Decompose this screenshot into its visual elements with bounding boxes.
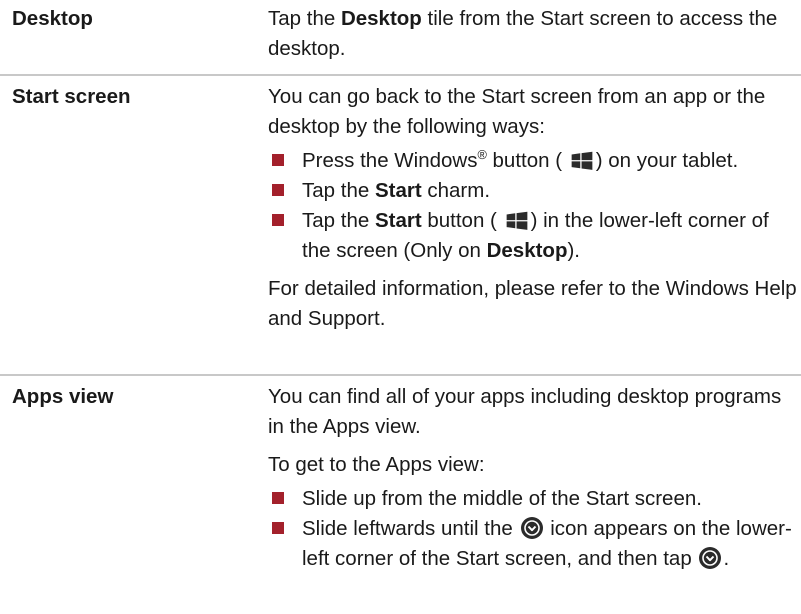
text: Press the Windows — [302, 149, 478, 172]
bullet-square-icon — [272, 492, 284, 504]
text: Slide leftwards until the — [302, 517, 519, 540]
bullet-list: Slide up from the middle of the Start sc… — [268, 484, 798, 574]
bullet-square-icon — [272, 214, 284, 226]
text: Slide up from the middle of the Start sc… — [302, 487, 702, 510]
text: ). — [567, 239, 581, 262]
list-item: Slide up from the middle of the Start sc… — [268, 484, 798, 514]
down-arrow-circle-icon — [520, 517, 543, 539]
windows-logo-icon — [506, 211, 527, 230]
down-arrow-circle-icon — [699, 547, 722, 569]
text: button ( — [421, 209, 497, 232]
row-divider — [0, 74, 801, 76]
bullet-list: Press the Windows® button ( ) on your ta… — [268, 146, 798, 266]
text: Tap the — [302, 209, 375, 232]
start-intro: You can go back to the Start screen from… — [268, 85, 766, 138]
desktop-paragraph: Tap the Desktop tile from the Start scre… — [268, 4, 798, 64]
term-start-screen: Start screen — [12, 85, 131, 108]
list-item: Slide leftwards until the icon appears o… — [268, 514, 798, 574]
bullet-square-icon — [272, 154, 284, 166]
text: . — [723, 547, 730, 570]
apps-sub: To get to the Apps view: — [268, 453, 485, 476]
registered-mark: ® — [477, 147, 487, 163]
list-item: Press the Windows® button ( ) on your ta… — [268, 146, 798, 176]
text: ) on your tablet. — [595, 149, 739, 172]
text: charm. — [421, 179, 491, 202]
text: Tap the — [268, 7, 341, 30]
list-item: Tap the Start charm. — [268, 176, 798, 206]
list-item: Tap the Start button ( ) in the lower-le… — [268, 206, 798, 266]
desc-desktop: Tap the Desktop tile from the Start scre… — [268, 4, 798, 64]
text: Tap the — [302, 179, 375, 202]
start-outro: For detailed information, please refer t… — [268, 277, 797, 330]
bold-text: Desktop — [340, 7, 422, 30]
text: button ( — [486, 149, 563, 172]
bold-text: Start — [374, 179, 422, 202]
bold-text: Start — [374, 209, 422, 232]
windows-logo-icon — [571, 151, 593, 170]
apps-intro: You can find all of your apps including … — [268, 385, 782, 438]
bullet-square-icon — [272, 184, 284, 196]
desc-start-screen: You can go back to the Start screen from… — [268, 82, 798, 334]
term-desktop: Desktop — [12, 7, 93, 30]
bullet-square-icon — [272, 522, 284, 534]
desc-apps-view: You can find all of your apps including … — [268, 382, 798, 574]
term-apps-view: Apps view — [12, 385, 114, 408]
bold-text: Desktop — [486, 239, 568, 262]
row-divider — [0, 374, 801, 376]
